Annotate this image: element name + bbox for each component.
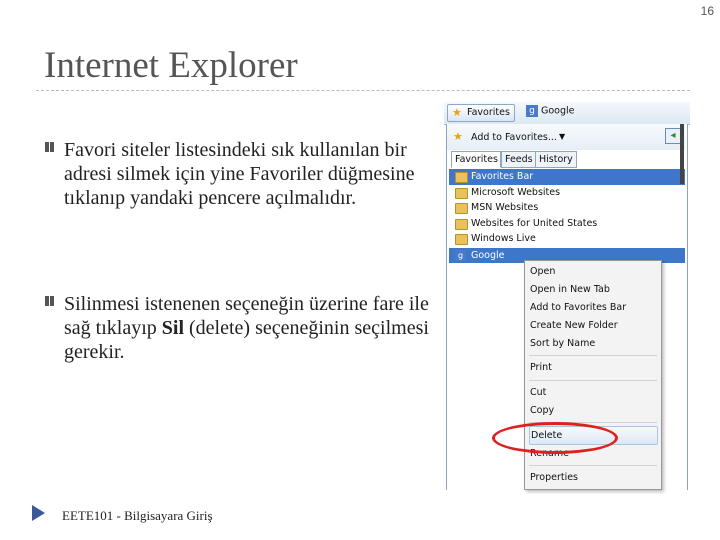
list-item-label: Websites for United States [471, 217, 598, 229]
tab-favorites[interactable]: Favorites [451, 151, 501, 168]
menu-item-open[interactable]: Open [529, 263, 656, 280]
highlight-circle [492, 422, 618, 454]
list-item-label: Windows Live [471, 233, 536, 244]
bullet-1-text: Favori siteler listesindeki sık kullanıl… [64, 139, 415, 209]
tab-feeds[interactable]: Feeds [501, 151, 537, 168]
chevron-down-icon[interactable]: ▼ [559, 132, 565, 141]
pin-icon[interactable]: ◂ [665, 128, 681, 144]
slide-number: 16 [700, 4, 714, 18]
list-item[interactable]: Favorites Bar [449, 169, 685, 185]
favorites-list: Favorites Bar Microsoft Websites MSN Web… [449, 169, 685, 263]
google-icon: g [455, 249, 466, 261]
title-divider [36, 90, 690, 91]
folder-icon [455, 218, 468, 230]
folder-icon [455, 234, 468, 245]
folder-icon [455, 187, 468, 199]
list-item-label: Favorites Bar [471, 171, 534, 182]
list-item[interactable]: Microsoft Websites [449, 185, 685, 201]
list-item[interactable]: Websites for United States [449, 216, 685, 232]
list-item-label: MSN Websites [471, 202, 539, 213]
menu-item-print[interactable]: Print [529, 359, 656, 376]
list-item[interactable]: MSN Websites [449, 200, 685, 216]
menu-item-sort-by-name[interactable]: Sort by Name [529, 335, 656, 352]
context-menu: Open Open in New Tab Add to Favorites Ba… [524, 260, 662, 490]
browser-tab-label: Google [541, 105, 575, 117]
google-icon: g [526, 105, 538, 117]
folder-icon [455, 203, 468, 214]
add-favorite-star-icon: ★ [453, 130, 463, 143]
tab-history[interactable]: History [535, 151, 577, 168]
menu-separator [529, 465, 657, 466]
page-title: Internet Explorer [44, 45, 298, 86]
bullet-2: Silinmesi istenenen seçeneğin üzerine fa… [44, 292, 434, 364]
bullet-1: Favori siteler listesindeki sık kullanıl… [44, 138, 434, 210]
menu-item-copy[interactable]: Copy [529, 402, 656, 419]
menu-item-add-to-favorites-bar[interactable]: Add to Favorites Bar [529, 299, 656, 316]
add-to-favorites-button[interactable]: Add to Favorites... [471, 132, 557, 143]
menu-item-create-new-folder[interactable]: Create New Folder [529, 317, 656, 334]
bullet-icon [45, 296, 54, 306]
window-edge [680, 124, 684, 184]
menu-separator [529, 355, 657, 356]
bullet-2-bold: Sil [161, 317, 185, 339]
favorites-button-label: Favorites [467, 107, 510, 118]
bullet-2-text: Silinmesi istenenen seçeneğin üzerine fa… [64, 292, 434, 364]
menu-item-cut[interactable]: Cut [529, 384, 656, 401]
menu-separator [529, 380, 657, 381]
menu-item-properties[interactable]: Properties [529, 469, 656, 486]
footer-text: EETE101 - Bilgisayara Giriş [62, 508, 213, 523]
bullet-icon [45, 142, 54, 152]
folder-icon [455, 172, 468, 183]
list-item[interactable]: Windows Live [449, 231, 685, 247]
menu-item-open-in-new-tab[interactable]: Open in New Tab [529, 281, 656, 298]
footer-arrow-icon [32, 505, 45, 521]
list-item-label: Google [471, 249, 505, 261]
add-to-favorites-row: ★ Add to Favorites... ▼ ◂ [447, 124, 685, 150]
star-icon: ★ [452, 106, 462, 119]
list-item-label: Microsoft Websites [471, 186, 561, 198]
browser-tab[interactable]: g Google [526, 105, 575, 117]
favorites-toolbar: ★ Favorites g Google [444, 102, 690, 125]
favorites-button[interactable]: ★ Favorites [447, 104, 515, 122]
